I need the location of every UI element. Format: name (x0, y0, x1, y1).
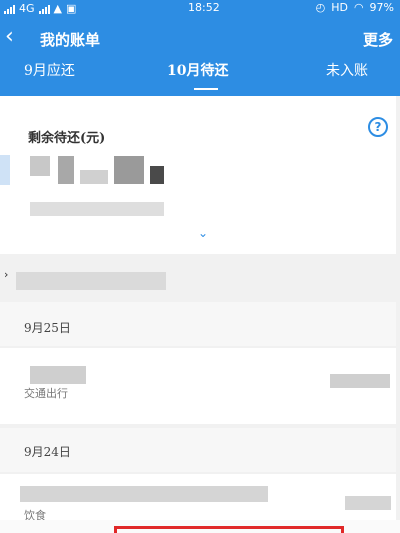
app-notification-icon: ▣ (66, 2, 77, 15)
remaining-label: 剩余待还(元) (28, 131, 106, 146)
hd-label: HD (331, 1, 348, 14)
status-right: ◴ HD ◠ 97% (316, 1, 394, 14)
amount-blur (345, 496, 391, 510)
row-blur (16, 272, 166, 290)
tab-unposted[interactable]: 未入账 (326, 60, 368, 80)
status-time: 18:52 (188, 1, 220, 14)
back-icon[interactable]: ‹ (5, 26, 14, 48)
expand-arrow-icon: › (4, 268, 9, 281)
date-label: 9月25日 (24, 321, 71, 335)
amount-blur (330, 374, 390, 388)
status-left: 4G ▲ ▣ (4, 2, 76, 15)
tab-sep-due[interactable]: 9月应还 (24, 60, 75, 80)
amount-blur (114, 156, 144, 184)
amount-blur (80, 170, 108, 184)
alarm-icon: ◴ (315, 1, 326, 14)
merchant-blur (20, 486, 268, 502)
amount-blur (30, 156, 50, 176)
help-icon[interactable]: ? (368, 117, 388, 137)
date-label: 9月24日 (24, 445, 71, 459)
amount-blur (58, 156, 74, 184)
sub-info-blur (30, 202, 164, 216)
signal-icon (4, 4, 15, 14)
wifi-icon: ◠ (353, 1, 364, 14)
side-accent (0, 155, 10, 185)
page-title: 我的账单 (40, 31, 101, 49)
tab-bar: 9月应还 10月待还 未入账 (0, 60, 400, 96)
battery-label: 97% (369, 1, 394, 14)
chevron-down-icon[interactable]: ⌄ (198, 226, 208, 240)
network-label: 4G (19, 2, 35, 15)
highlight-box (114, 526, 344, 533)
app-bar: ‹ 我的账单 更多 9月应还 10月待还 未入账 (0, 16, 400, 96)
notification-icon: ▲ (53, 2, 62, 15)
transaction-category: 交通出行 (24, 387, 68, 400)
status-bar: 4G ▲ ▣ 18:52 ◴ HD ◠ 97% (0, 0, 400, 16)
more-button[interactable]: 更多 (363, 29, 393, 50)
active-tab-indicator (194, 88, 218, 90)
amount-blur (150, 166, 164, 184)
merchant-blur (30, 366, 86, 384)
tab-oct-pending[interactable]: 10月待还 (167, 60, 228, 80)
signal-icon-2 (38, 4, 50, 14)
